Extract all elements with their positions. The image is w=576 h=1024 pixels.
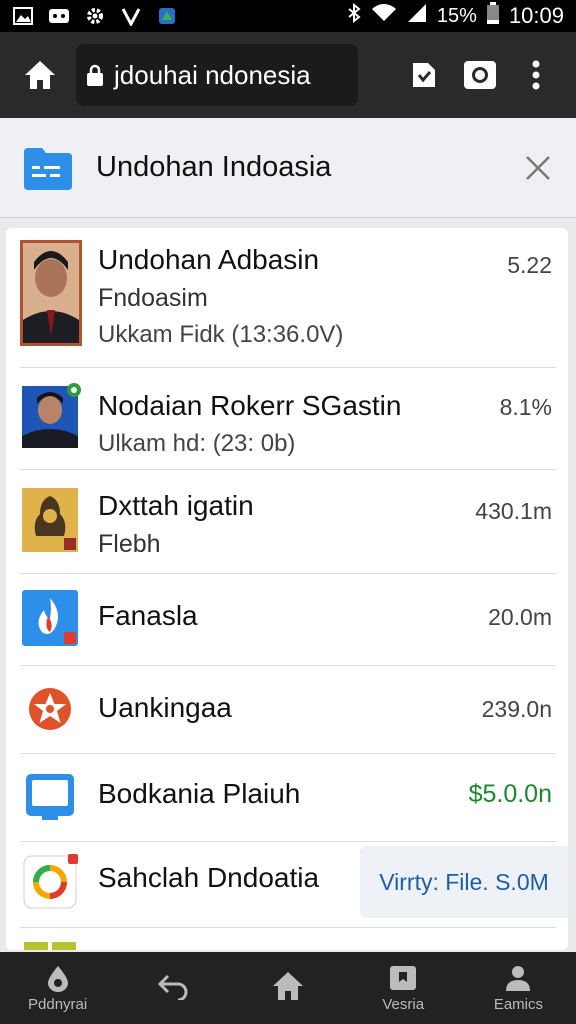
item-size: 20.0m xyxy=(488,604,552,630)
item-size: 239.0n xyxy=(481,696,552,722)
item-title: Bodkania Plaiuh xyxy=(98,778,301,809)
clock: 10:09 xyxy=(508,3,564,28)
list-item[interactable]: Uankingaa 239.0n xyxy=(6,666,568,754)
shield-icon xyxy=(120,7,142,26)
battery-icon xyxy=(486,2,499,30)
list-item[interactable]: Bodkania Plaiuh $5.0.0n xyxy=(6,754,568,842)
item-title: Dxttah igatin xyxy=(98,490,254,521)
emblem-thumbnail xyxy=(22,488,78,552)
page-title: Undohan Indoasia xyxy=(96,151,332,183)
status-bar: 15% 10:09 xyxy=(0,0,576,32)
camera-icon xyxy=(464,61,496,89)
overflow-menu-button[interactable] xyxy=(508,47,564,103)
portrait-thumbnail xyxy=(22,383,81,448)
download-list: Undohan Adbasin Fndoasim Ukkam Fidk (13:… xyxy=(6,228,568,950)
settings-icon xyxy=(84,7,106,25)
home-icon xyxy=(273,972,303,1000)
item-title: Undohan Adbasin xyxy=(98,244,320,275)
close-icon[interactable] xyxy=(522,152,554,184)
list-item[interactable]: Dxttah igatin Flebh 430.1m xyxy=(6,470,568,574)
item-title: Fanasla xyxy=(98,600,198,631)
item-size: 430.1m xyxy=(475,498,552,524)
bookmark-icon xyxy=(390,965,417,990)
more-vert-icon xyxy=(532,60,540,90)
app-icon xyxy=(156,7,178,25)
screenshot-button[interactable] xyxy=(452,47,508,103)
address-bar[interactable]: jdouhai ndonesia xyxy=(76,44,358,106)
home-button[interactable] xyxy=(12,47,68,103)
item-size: 8.1% xyxy=(499,394,552,420)
item-subtitle: Fndoasim xyxy=(98,284,208,312)
nav-label: Eamics xyxy=(493,995,543,1013)
item-meta: Ukkam Fidk (13:36.0V) xyxy=(98,321,344,348)
nav-label: Pddnyrai xyxy=(28,995,88,1013)
partial-row-icon xyxy=(24,942,76,950)
image-icon xyxy=(12,7,34,25)
list-item[interactable]: Fanasla 20.0m xyxy=(6,574,568,666)
item-title: Sahclah Dndoatia xyxy=(98,862,320,893)
flame-app-icon xyxy=(22,590,78,646)
url-text: jdouhai ndonesia xyxy=(114,59,311,90)
lock-icon xyxy=(87,64,103,86)
nav-label: Vesria xyxy=(382,995,425,1013)
nav-item-eamics[interactable]: Eamics xyxy=(461,952,576,1024)
file-info-text: Virrty: File. S.0M xyxy=(379,868,549,895)
ring-app-icon xyxy=(23,854,78,909)
download-button[interactable] xyxy=(396,47,452,103)
download-file-icon xyxy=(413,63,435,87)
list-item[interactable]: Undohan Adbasin Fndoasim Ukkam Fidk (13:… xyxy=(6,228,568,368)
message-icon xyxy=(48,7,70,25)
portrait-thumbnail xyxy=(20,240,82,346)
item-title: Uankingaa xyxy=(98,692,232,723)
wifi-icon xyxy=(371,3,397,29)
star-badge-icon xyxy=(29,688,71,730)
back-arrow-icon xyxy=(157,974,188,1000)
folder-icon xyxy=(24,147,72,190)
item-meta: Ulkam hd: (23: 0b) xyxy=(98,430,296,457)
item-subtitle: Flebh xyxy=(98,530,161,558)
nav-item-vesria[interactable]: Vesria xyxy=(346,952,461,1024)
nav-item-pddnyrai[interactable]: Pddnyrai xyxy=(0,952,115,1024)
signal-icon xyxy=(407,3,427,29)
bluetooth-icon xyxy=(347,2,361,29)
file-info-popup[interactable]: Virrty: File. S.0M xyxy=(360,846,568,918)
nav-item-back[interactable] xyxy=(115,952,230,1024)
item-size: $5.0.0n xyxy=(468,780,552,808)
monitor-icon xyxy=(26,774,74,820)
list-item[interactable]: Nodaian Rokerr SGastin Ulkam hd: (23: 0b… xyxy=(6,368,568,470)
page-header: Undohan Indoasia xyxy=(0,118,576,218)
notification-icons xyxy=(12,7,178,26)
person-icon xyxy=(506,965,531,991)
nav-item-home[interactable] xyxy=(230,952,345,1024)
item-title: Nodaian Rokerr SGastin xyxy=(98,390,402,421)
item-size: 5.22 xyxy=(507,252,552,278)
system-status: 15% 10:09 xyxy=(347,2,564,30)
battery-percent: 15% xyxy=(436,4,477,27)
bottom-navigation: Pddnyrai Vesria Eamics xyxy=(0,952,576,1024)
drop-icon xyxy=(47,965,68,992)
home-icon xyxy=(25,61,55,89)
browser-toolbar: jdouhai ndonesia xyxy=(0,32,576,118)
